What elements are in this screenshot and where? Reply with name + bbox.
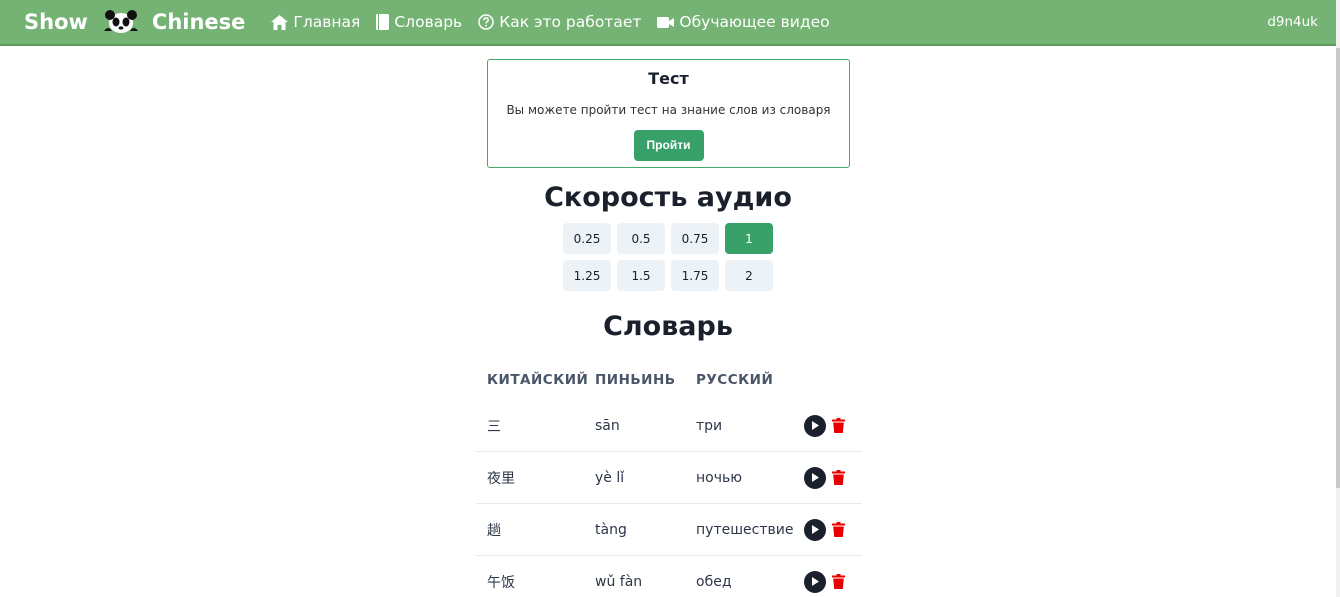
speed-button-0.5[interactable]: 0.5 bbox=[617, 223, 665, 254]
audio-speed-options: 0.25 0.5 0.75 1 1.25 1.5 1.75 2 bbox=[563, 223, 775, 291]
nav-item-home[interactable]: Главная bbox=[271, 13, 360, 31]
nav-links: Главная Словарь Как это работает Обучающ… bbox=[271, 13, 845, 31]
speed-button-1.75[interactable]: 1.75 bbox=[671, 260, 719, 291]
start-test-button[interactable]: Пройти bbox=[633, 130, 704, 161]
speed-button-1.5[interactable]: 1.5 bbox=[617, 260, 665, 291]
header-pinyin: ПИНЬИНЬ bbox=[595, 372, 676, 388]
delete-word-button[interactable] bbox=[832, 470, 848, 486]
play-audio-button[interactable] bbox=[804, 414, 826, 437]
nav-item-label: Как это работает bbox=[499, 13, 642, 31]
play-icon bbox=[812, 473, 819, 482]
user-menu[interactable]: d9n4uk bbox=[1267, 14, 1318, 30]
play-icon bbox=[812, 525, 819, 534]
play-icon bbox=[812, 577, 819, 586]
play-audio-button[interactable] bbox=[804, 518, 826, 541]
navbar: Show Chinese Главная Словарь Как это раб… bbox=[0, 0, 1336, 46]
cell-russian: три bbox=[696, 417, 723, 434]
cell-chinese: 三 bbox=[487, 418, 501, 435]
cell-chinese: 午饭 bbox=[487, 574, 515, 591]
cell-pinyin: yè lǐ bbox=[595, 469, 625, 486]
scrollbar-thumb[interactable] bbox=[1336, 48, 1340, 488]
nav-item-how-it-works[interactable]: Как это работает bbox=[478, 13, 641, 31]
speed-button-1.25[interactable]: 1.25 bbox=[563, 260, 611, 291]
test-description: Вы можете пройти тест на знание слов из … bbox=[506, 103, 831, 117]
test-card: Тест Вы можете пройти тест на знание сло… bbox=[487, 59, 850, 168]
cell-russian: путешествие bbox=[696, 521, 794, 538]
cell-russian: обед bbox=[696, 573, 732, 590]
table-row: 夜里 yè lǐ ночью bbox=[476, 452, 862, 504]
play-audio-button[interactable] bbox=[804, 570, 826, 593]
cell-russian: ночью bbox=[696, 469, 743, 486]
row-actions bbox=[804, 414, 862, 437]
nav-item-label: Главная bbox=[293, 13, 361, 31]
video-icon bbox=[657, 16, 675, 28]
audio-speed-title: Скорость аудио bbox=[544, 182, 792, 213]
trash-icon bbox=[832, 522, 845, 537]
cell-pinyin: wǔ fàn bbox=[595, 573, 643, 590]
table-header: КИТАЙСКИЙ ПИНЬИНЬ РУССКИЙ bbox=[476, 360, 862, 400]
speed-button-1[interactable]: 1 bbox=[725, 223, 773, 254]
nav-item-label: Словарь bbox=[394, 13, 463, 31]
delete-word-button[interactable] bbox=[832, 418, 848, 434]
brand-text-chinese: Chinese bbox=[151, 10, 246, 34]
delete-word-button[interactable] bbox=[832, 574, 848, 590]
row-actions bbox=[804, 518, 862, 541]
trash-icon bbox=[832, 418, 845, 433]
table-row: 午饭 wǔ fàn обед bbox=[476, 556, 862, 597]
page-scrollbar[interactable] bbox=[1336, 0, 1340, 597]
table-row: 趟 tàng путешествие bbox=[476, 504, 862, 556]
delete-word-button[interactable] bbox=[832, 522, 848, 538]
speed-button-0.75[interactable]: 0.75 bbox=[671, 223, 719, 254]
dictionary-table: КИТАЙСКИЙ ПИНЬИНЬ РУССКИЙ 三 sān три 夜里 y… bbox=[476, 360, 862, 597]
row-actions bbox=[804, 466, 862, 489]
nav-item-label: Обучающее видео bbox=[679, 13, 830, 31]
dictionary-title: Словарь bbox=[603, 311, 733, 342]
panda-icon bbox=[103, 10, 138, 33]
cell-pinyin: tàng bbox=[595, 521, 627, 538]
home-icon bbox=[271, 14, 289, 30]
brand-text-show: Show bbox=[24, 10, 88, 34]
nav-item-dictionary[interactable]: Словарь bbox=[376, 13, 462, 31]
trash-icon bbox=[832, 470, 845, 485]
header-chinese: КИТАЙСКИЙ bbox=[487, 372, 589, 388]
cell-chinese: 趟 bbox=[487, 522, 501, 539]
table-row: 三 sān три bbox=[476, 400, 862, 452]
play-icon bbox=[812, 421, 819, 430]
book-icon bbox=[376, 14, 390, 30]
test-title: Тест bbox=[648, 69, 689, 88]
header-russian: РУССКИЙ bbox=[696, 372, 774, 388]
question-circle-icon bbox=[478, 14, 494, 30]
row-actions bbox=[804, 570, 862, 593]
speed-button-0.25[interactable]: 0.25 bbox=[563, 223, 611, 254]
speed-button-2[interactable]: 2 bbox=[725, 260, 773, 291]
cell-pinyin: sān bbox=[595, 417, 620, 434]
play-audio-button[interactable] bbox=[804, 466, 826, 489]
cell-chinese: 夜里 bbox=[487, 470, 515, 487]
brand-logo[interactable]: Show Chinese bbox=[24, 9, 245, 35]
nav-item-tutorial-video[interactable]: Обучающее видео bbox=[657, 13, 830, 31]
trash-icon bbox=[832, 574, 845, 589]
